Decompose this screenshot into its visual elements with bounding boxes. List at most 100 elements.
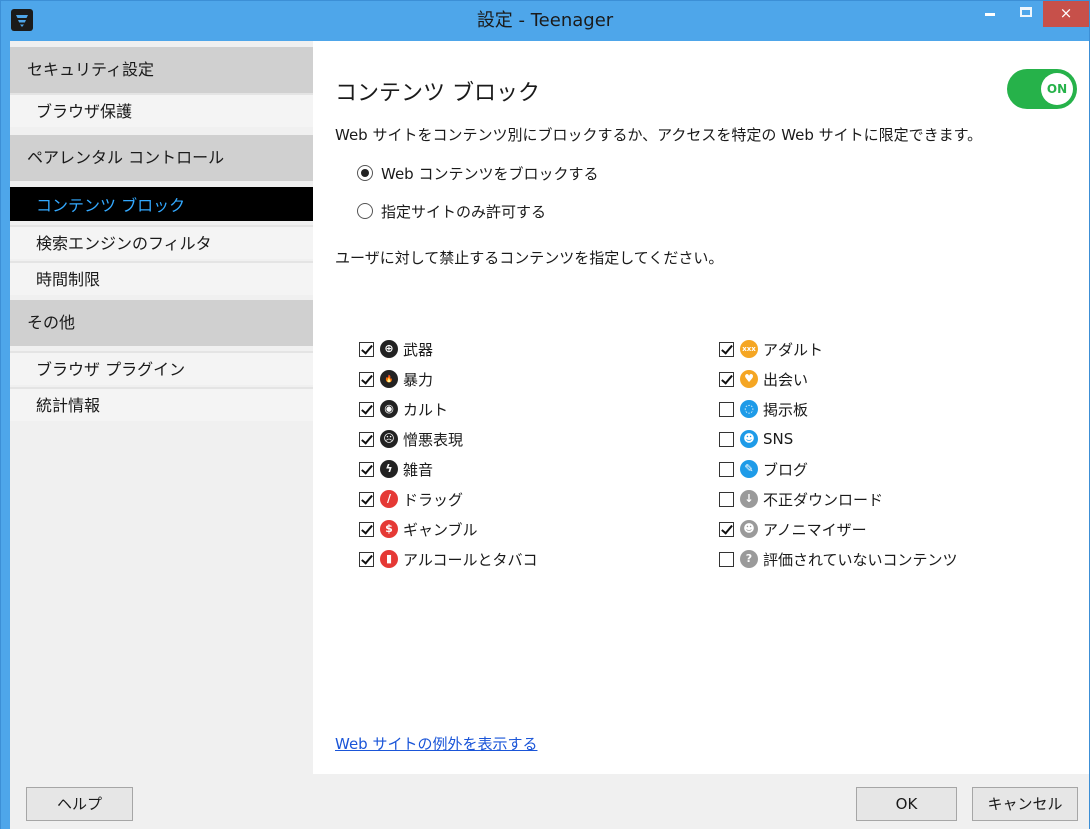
- category-checkbox[interactable]: [719, 491, 734, 507]
- crosshair-icon: ⊕: [380, 340, 398, 358]
- minimize-button[interactable]: [973, 1, 1009, 27]
- fire-icon: 🔥: [380, 370, 398, 388]
- category-checkbox[interactable]: [719, 551, 734, 567]
- category-label: 暴力: [403, 370, 434, 389]
- window-left-border: [1, 41, 10, 829]
- category-label: ブログ: [763, 460, 809, 479]
- category-label: カルト: [403, 400, 449, 419]
- radio-label: 指定サイトのみ許可する: [381, 202, 547, 221]
- category-checkbox[interactable]: [359, 521, 374, 537]
- maximize-icon: [1020, 7, 1032, 17]
- category-label: ドラッグ: [403, 490, 464, 509]
- category-item[interactable]: ↓ 不正ダウンロード: [719, 487, 883, 511]
- sidebar-item-time-limit[interactable]: 時間制限: [10, 261, 313, 295]
- category-checkbox[interactable]: [359, 431, 374, 447]
- category-checkbox[interactable]: [359, 371, 374, 387]
- title-bar[interactable]: 設定 - Teenager ×: [1, 1, 1089, 41]
- radio-block-web-content[interactable]: Web コンテンツをブロックする: [357, 161, 598, 185]
- minimize-icon: [985, 13, 995, 16]
- category-checkbox[interactable]: [359, 401, 374, 417]
- category-checkbox[interactable]: [359, 461, 374, 477]
- category-label: 憎悪表現: [403, 430, 464, 449]
- radio-button-selected[interactable]: [357, 165, 373, 181]
- window-title: 設定 - Teenager: [476, 10, 614, 31]
- category-item[interactable]: ϟ 雑音: [359, 457, 433, 481]
- category-label: アダルト: [763, 340, 824, 359]
- bottle-icon: ▮: [380, 550, 398, 568]
- category-item[interactable]: 🔥 暴力: [359, 367, 433, 391]
- dollar-icon: $: [380, 520, 398, 538]
- sidebar-section-security[interactable]: セキュリティ設定: [10, 47, 313, 93]
- sidebar: セキュリティ設定 ブラウザ保護 ペアレンタル コントロール コンテンツ ブロック…: [10, 41, 313, 774]
- category-item[interactable]: ☻ SNS: [719, 427, 793, 451]
- category-label: 雑音: [403, 460, 434, 479]
- sidebar-item-search-engine-filter[interactable]: 検索エンジンのフィルタ: [10, 225, 313, 259]
- category-item[interactable]: ◌ 掲示板: [719, 397, 808, 421]
- anonymous-user-icon: ☻: [740, 520, 758, 538]
- category-checkbox[interactable]: [719, 521, 734, 537]
- chat-icon: ◌: [740, 400, 758, 418]
- sidebar-item-statistics[interactable]: 統計情報: [10, 387, 313, 421]
- category-item[interactable]: xxx アダルト: [719, 337, 823, 361]
- question-icon: ?: [740, 550, 758, 568]
- lightning-icon: ϟ: [380, 460, 398, 478]
- category-label: 掲示板: [763, 400, 809, 419]
- close-button[interactable]: ×: [1043, 1, 1089, 27]
- category-item[interactable]: ? 評価されていないコンテンツ: [719, 547, 958, 571]
- pencil-icon: ✎: [740, 460, 758, 478]
- category-checkbox[interactable]: [359, 341, 374, 357]
- category-checkbox[interactable]: [719, 431, 734, 447]
- page-description: Web サイトをコンテンツ別にブロックするか、アクセスを特定の Web サイトに…: [335, 126, 983, 144]
- page-title: コンテンツ ブロック: [335, 81, 540, 106]
- settings-window: 設定 - Teenager × セキュリティ設定 ブラウザ保護 ペアレンタル コ…: [0, 0, 1090, 829]
- category-checkbox[interactable]: [719, 461, 734, 477]
- help-button[interactable]: ヘルプ: [26, 787, 133, 821]
- category-label: 出会い: [763, 370, 809, 389]
- category-item[interactable]: ☹ 憎悪表現: [359, 427, 463, 451]
- footer-bar: ヘルプ OK キャンセル: [10, 774, 1089, 829]
- category-label: 不正ダウンロード: [763, 490, 884, 509]
- radio-label: Web コンテンツをブロックする: [381, 164, 599, 183]
- download-icon: ↓: [740, 490, 758, 508]
- category-checkbox[interactable]: [719, 371, 734, 387]
- show-exceptions-link[interactable]: Web サイトの例外を表示する: [335, 733, 537, 754]
- eye-icon: ◉: [380, 400, 398, 418]
- sidebar-item-content-block[interactable]: コンテンツ ブロック: [10, 187, 313, 221]
- content-block-toggle[interactable]: ON: [1007, 69, 1077, 109]
- category-item[interactable]: ⊕ 武器: [359, 337, 433, 361]
- category-label: SNS: [763, 430, 794, 448]
- category-checkbox[interactable]: [719, 401, 734, 417]
- category-item[interactable]: ☻ アノニマイザー: [719, 517, 867, 541]
- category-item[interactable]: ▮ アルコールとタバコ: [359, 547, 538, 571]
- sidebar-item-browser-protection[interactable]: ブラウザ保護: [10, 93, 313, 127]
- category-prompt: ユーザに対して禁止するコンテンツを指定してください。: [335, 249, 724, 267]
- category-item[interactable]: ◉ カルト: [359, 397, 448, 421]
- radio-allow-specified-sites[interactable]: 指定サイトのみ許可する: [357, 199, 546, 223]
- category-label: 武器: [403, 340, 434, 359]
- sidebar-section-parental-control[interactable]: ペアレンタル コントロール: [10, 135, 313, 181]
- xxx-icon: xxx: [740, 340, 758, 358]
- cancel-button[interactable]: キャンセル: [972, 787, 1078, 821]
- category-label: ギャンブル: [403, 520, 478, 539]
- maximize-button[interactable]: [1009, 1, 1043, 27]
- category-label: アノニマイザー: [763, 520, 867, 539]
- category-item[interactable]: ∕ ドラッグ: [359, 487, 463, 511]
- category-item[interactable]: ✎ ブログ: [719, 457, 808, 481]
- category-checkbox[interactable]: [719, 341, 734, 357]
- sidebar-section-other[interactable]: その他: [10, 300, 313, 346]
- category-item[interactable]: ♥ 出会い: [719, 367, 808, 391]
- content-panel: コンテンツ ブロック ON Web サイトをコンテンツ別にブロックするか、アクセ…: [313, 41, 1089, 774]
- ok-button[interactable]: OK: [856, 787, 957, 821]
- toggle-knob: ON: [1041, 73, 1073, 105]
- radio-button[interactable]: [357, 203, 373, 219]
- sidebar-item-browser-plugins[interactable]: ブラウザ プラグイン: [10, 351, 313, 385]
- pill-icon: ∕: [380, 490, 398, 508]
- angry-face-icon: ☹: [380, 430, 398, 448]
- category-checkbox[interactable]: [359, 551, 374, 567]
- people-icon: ☻: [740, 430, 758, 448]
- category-item[interactable]: $ ギャンブル: [359, 517, 478, 541]
- category-label: 評価されていないコンテンツ: [763, 550, 958, 569]
- category-checkbox[interactable]: [359, 491, 374, 507]
- close-icon: ×: [1059, 4, 1073, 22]
- category-label: アルコールとタバコ: [403, 550, 538, 569]
